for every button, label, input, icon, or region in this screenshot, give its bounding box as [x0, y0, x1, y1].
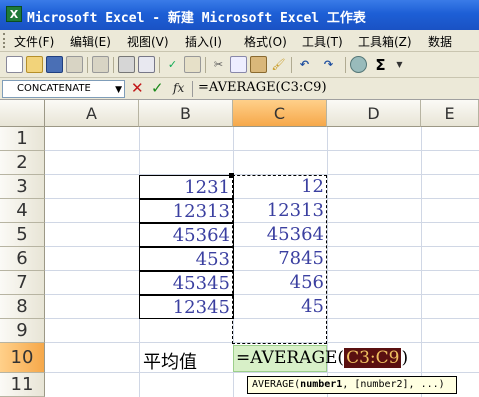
toolbar-separator [113, 57, 114, 73]
toolbar-separator [159, 57, 160, 73]
cell-b8[interactable]: 12345 [139, 295, 234, 319]
redo-icon[interactable]: ↷ [320, 56, 337, 73]
tooltip-current-arg: number1 [300, 379, 343, 390]
spelling-icon[interactable]: ✓ [164, 56, 181, 73]
copy-icon[interactable] [230, 56, 247, 73]
grid-line [45, 372, 479, 373]
chevron-down-icon[interactable]: ▼ [115, 82, 122, 98]
function-tooltip: AVERAGE(number1, [number2], ...) [247, 376, 457, 394]
worksheet-grid: A B C D E 1 2 3 4 5 6 7 8 9 10 11 1231 1… [0, 100, 479, 397]
new-icon[interactable] [6, 56, 23, 73]
row-header-10[interactable]: 10 [0, 343, 45, 373]
format-painter-icon[interactable]: 🖌 [270, 56, 287, 73]
column-header-e[interactable]: E [421, 100, 479, 127]
save-icon[interactable] [46, 56, 63, 73]
menu-edit[interactable]: 编辑(E) [70, 33, 111, 50]
enter-icon[interactable]: ✓ [151, 79, 164, 97]
cut-icon[interactable]: ✂ [210, 56, 227, 73]
row-header-4[interactable]: 4 [0, 199, 45, 223]
range-marquee [232, 175, 327, 344]
research-icon[interactable] [184, 56, 201, 73]
name-box[interactable]: CONCATENATE ▼ [2, 80, 125, 98]
paste-icon[interactable] [250, 56, 267, 73]
column-header-c[interactable]: C [233, 100, 327, 127]
menu-toolbox[interactable]: 工具箱(Z) [358, 33, 412, 50]
toolbar-separator [291, 57, 292, 73]
column-header-a[interactable]: A [45, 100, 139, 127]
select-all-corner[interactable] [0, 100, 45, 127]
edit-prefix: =AVERAGE( [236, 348, 345, 368]
menu-insert[interactable]: 插入(I) [185, 33, 222, 50]
cancel-icon[interactable]: ✕ [131, 79, 144, 97]
title-bar: X Microsoft Excel - 新建 Microsoft Excel 工… [0, 0, 479, 30]
grid-line [45, 150, 479, 151]
row-header-11[interactable]: 11 [0, 373, 45, 397]
undo-icon[interactable]: ↶ [296, 56, 313, 73]
cell-c10-editor[interactable]: =AVERAGE(C3:C9) [233, 345, 408, 372]
tooltip-rest: , [number2], ...) [342, 379, 445, 390]
hyperlink-icon[interactable] [350, 56, 367, 73]
menu-tools[interactable]: 工具(T) [302, 33, 343, 50]
fill-handle[interactable] [229, 173, 234, 178]
row-header-8[interactable]: 8 [0, 295, 45, 319]
formula-input[interactable]: =AVERAGE(C3:C9) [198, 80, 327, 95]
column-header-b[interactable]: B [139, 100, 233, 127]
row-header-5[interactable]: 5 [0, 223, 45, 247]
insert-function-icon[interactable]: fx [173, 81, 184, 95]
window-title: Microsoft Excel - 新建 Microsoft Excel 工作表 [27, 11, 366, 26]
menu-data[interactable]: 数据 [428, 33, 452, 50]
menu-view[interactable]: 视图(V) [127, 33, 169, 50]
toolbar-separator [87, 57, 88, 73]
name-box-value: CONCATENATE [17, 83, 91, 94]
row-header-2[interactable]: 2 [0, 151, 45, 175]
grid-line [421, 127, 422, 397]
menu-format[interactable]: 格式(O) [244, 33, 287, 50]
tooltip-function[interactable]: AVERAGE( [252, 379, 300, 390]
formula-divider [192, 81, 193, 97]
cell-b10[interactable]: 平均值 [143, 348, 197, 374]
formula-bar: CONCATENATE ▼ ✕ ✓ fx =AVERAGE(C3:C9) [0, 78, 479, 100]
permission-icon[interactable] [66, 56, 83, 73]
menu-grip [3, 33, 7, 48]
row-header-3[interactable]: 3 [0, 175, 45, 199]
toolbar-separator [345, 57, 346, 73]
chevron-down-icon[interactable]: ▼ [391, 56, 408, 73]
row-header-6[interactable]: 6 [0, 247, 45, 271]
open-icon[interactable] [26, 56, 43, 73]
autosum-icon[interactable]: Σ [372, 56, 389, 74]
standard-toolbar: ✓ ✂ 🖌 ↶ ↷ Σ ▼ [0, 52, 479, 78]
cell-b4[interactable]: 12313 [139, 199, 234, 223]
row-header-9[interactable]: 9 [0, 319, 45, 343]
cell-b3[interactable]: 1231 [139, 175, 234, 199]
menu-file[interactable]: 文件(F) [14, 33, 54, 50]
row-header-1[interactable]: 1 [0, 127, 45, 151]
email-icon[interactable] [92, 56, 109, 73]
cell-b7[interactable]: 45345 [139, 271, 234, 295]
cell-b5[interactable]: 45364 [139, 223, 234, 247]
menu-bar: 文件(F) 编辑(E) 视图(V) 插入(I) 格式(O) 工具(T) 工具箱(… [0, 30, 479, 52]
print-icon[interactable] [118, 56, 135, 73]
edit-range-ref: C3:C9 [344, 348, 402, 368]
column-header-d[interactable]: D [327, 100, 421, 127]
toolbar-separator [205, 57, 206, 73]
cell-b6[interactable]: 453 [139, 247, 234, 271]
edit-suffix: ) [401, 348, 409, 368]
print-preview-icon[interactable] [138, 56, 155, 73]
excel-icon: X [6, 6, 22, 22]
row-header-7[interactable]: 7 [0, 271, 45, 295]
